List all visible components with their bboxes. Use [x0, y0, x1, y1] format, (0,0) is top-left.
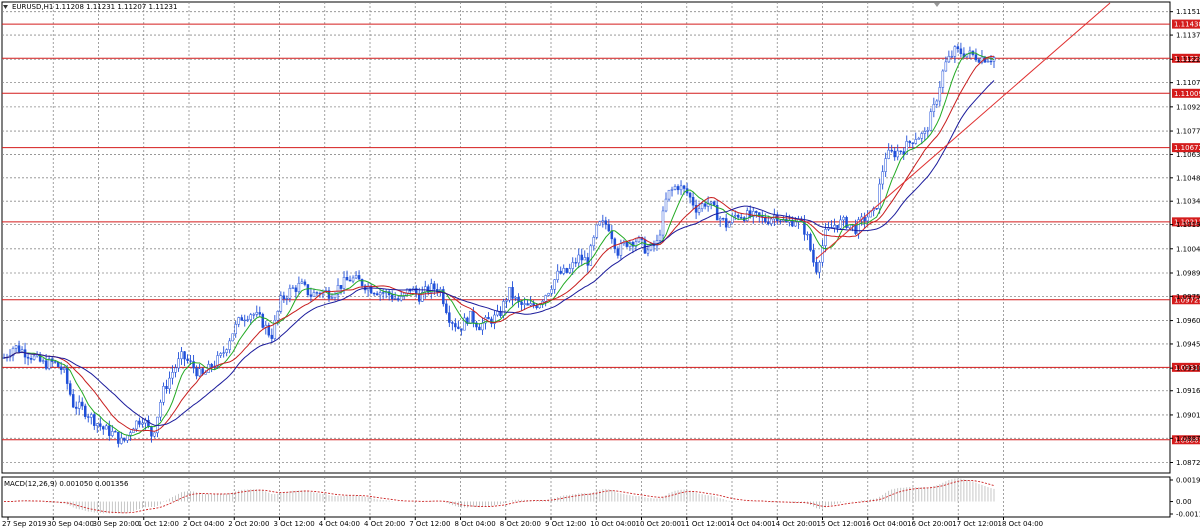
time-axis-label: 3 Oct 12:00: [274, 520, 315, 528]
price-axis-label: 1.10045: [1176, 245, 1200, 253]
time-axis-label: 8 Oct 04:00: [455, 520, 496, 528]
price-axis-label: 1.10485: [1176, 174, 1200, 182]
chart-background: [0, 0, 1200, 531]
symbol-label: EURUSD,H1: [12, 3, 53, 11]
time-axis-label: 16 Oct 04:00: [862, 520, 908, 528]
price-axis-label: 1.10925: [1176, 103, 1200, 111]
time-axis-label: 4 Oct 20:00: [364, 520, 405, 528]
time-axis-label: 7 Oct 12:00: [409, 520, 450, 528]
price-axis-label: 1.09165: [1176, 387, 1200, 395]
time-axis-label: 15 Oct 12:00: [817, 520, 863, 528]
price-axis-label: 1.11515: [1176, 8, 1200, 16]
price-axis-label: 1.09600: [1176, 317, 1200, 325]
time-axis-label: 27 Sep 2019: [2, 520, 46, 528]
time-axis-label: 16 Oct 20:00: [907, 520, 953, 528]
time-axis-label: 11 Oct 12:00: [681, 520, 727, 528]
candle: [809, 232, 812, 252]
candle: [508, 287, 511, 303]
time-axis-label: 9 Oct 12:00: [545, 520, 586, 528]
candle: [231, 333, 234, 342]
price-axis-label: 1.08720: [1176, 459, 1200, 467]
candle: [589, 243, 593, 266]
price-axis-label: 1.09015: [1176, 411, 1200, 419]
price-axis-label: 1.09895: [1176, 269, 1200, 277]
time-axis-label: 1 Oct 12:00: [138, 520, 179, 528]
time-axis-label: 30 Sep 20:00: [93, 520, 140, 528]
price-axis-label: 1.11075: [1176, 79, 1200, 87]
macd-axis-label: -0.00114: [1176, 511, 1200, 519]
candle: [565, 267, 568, 274]
candle: [595, 224, 599, 239]
candle: [845, 215, 848, 229]
time-axis-label: 14 Oct 04:00: [726, 520, 772, 528]
candle: [929, 108, 933, 131]
price-axis-label: 1.09455: [1176, 340, 1200, 348]
price-axis-label: 1.10775: [1176, 128, 1200, 136]
time-axis-label: 2 Oct 04:00: [183, 520, 224, 528]
time-axis-label: 10 Oct 04:00: [590, 520, 636, 528]
chart-window[interactable]: 1.114381.112261.110091.106721.102121.097…: [0, 0, 1200, 531]
macd-label: MACD(12,26,9) 0.001050 0.001356: [4, 480, 129, 488]
price-axis-label: 1.09750: [1176, 293, 1200, 301]
time-axis-label: 10 Oct 20:00: [636, 520, 682, 528]
candle: [261, 312, 265, 329]
time-axis-label: 2 Oct 20:00: [228, 520, 269, 528]
price-axis-label: 1.10340: [1176, 198, 1200, 206]
level-price-tag-text: 1.11009: [1174, 90, 1200, 98]
price-axis-label: 1.11370: [1176, 32, 1200, 40]
price-axis-label: 1.11220: [1176, 56, 1200, 64]
time-axis-label: 18 Oct 04:00: [998, 520, 1044, 528]
time-axis-label: 17 Oct 12:00: [952, 520, 998, 528]
time-axis-label: 8 Oct 20:00: [500, 520, 541, 528]
macd-axis-label: 0.00: [1176, 498, 1192, 506]
candle: [469, 310, 472, 324]
time-axis-label: 4 Oct 04:00: [319, 520, 360, 528]
price-axis-label: 1.10195: [1176, 221, 1200, 229]
macd-axis-label: 0.001975: [1176, 477, 1200, 485]
price-axis-label: 1.10630: [1176, 151, 1200, 159]
time-axis-label: 14 Oct 20:00: [771, 520, 817, 528]
level-price-tag-text: 1.11438: [1174, 21, 1200, 29]
candle: [598, 220, 602, 226]
price-axis-label: 1.09305: [1176, 365, 1200, 373]
price-axis-label: 1.08870: [1176, 435, 1200, 443]
time-axis-label: 30 Sep 04:00: [47, 520, 94, 528]
ohlc-label: 1.11208 1.11231 1.11207 1.11231: [55, 3, 177, 11]
candle: [442, 286, 445, 307]
